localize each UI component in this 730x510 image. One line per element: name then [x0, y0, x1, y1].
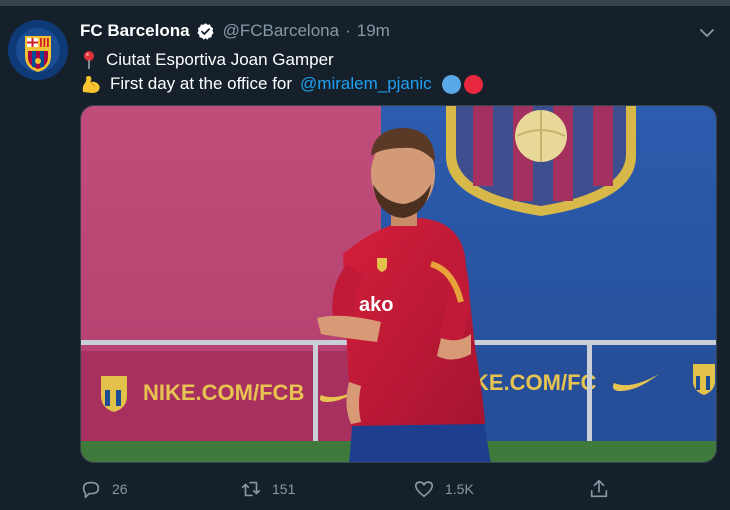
timestamp[interactable]: 19m	[357, 21, 390, 41]
tweet-actions: 26 151 1.5K	[80, 478, 620, 502]
tweet-header: FC Barcelona @FCBarcelona · 19m	[80, 20, 390, 42]
like-count: 1.5K	[445, 481, 474, 497]
banner-fcb-logo-icon	[101, 376, 127, 412]
retweet-icon	[241, 481, 261, 497]
flexed-biceps-emoji-icon	[82, 76, 100, 93]
heart-icon	[414, 481, 434, 498]
color-circles	[441, 74, 483, 94]
reply-button[interactable]: 26	[80, 478, 128, 500]
banner-text-left: NIKE.COM/FCB	[143, 380, 304, 405]
banner-text-right: KE.COM/FC	[473, 370, 597, 395]
tweet-text-line-1: Ciutat Esportiva Joan Gamper	[80, 50, 334, 70]
chevron-down-icon[interactable]	[698, 24, 716, 42]
share-button[interactable]	[588, 478, 610, 500]
tweet-photo[interactable]: NIKE.COM/FCB KE.COM/FC ako	[80, 105, 717, 463]
blue-circle-emoji-icon	[441, 74, 461, 94]
tweet-text-line-2: First day at the office for @miralem_pja…	[80, 74, 483, 94]
tweet-body-text: First day at the office for	[110, 74, 293, 93]
retweet-count: 151	[272, 481, 296, 497]
fcb-crest-icon	[8, 20, 68, 80]
author-name[interactable]: FC Barcelona	[80, 21, 190, 41]
avatar[interactable]	[8, 20, 68, 80]
shirt-sponsor-text: ako	[359, 294, 393, 316]
share-icon	[590, 479, 608, 498]
tweet[interactable]: FC Barcelona @FCBarcelona · 19m Ciutat E…	[0, 6, 730, 510]
reply-icon	[82, 481, 100, 499]
verified-badge-icon	[197, 22, 214, 40]
retweet-button[interactable]: 151	[240, 478, 295, 500]
location-text: Ciutat Esportiva Joan Gamper	[106, 50, 334, 69]
photo-player-training: NIKE.COM/FCB KE.COM/FC ako	[81, 106, 716, 462]
mention-link[interactable]: @miralem_pjanic	[300, 74, 432, 94]
round-pushpin-emoji-icon	[84, 51, 94, 69]
author-handle[interactable]: @FCBarcelona	[223, 21, 339, 41]
reply-count: 26	[112, 481, 128, 497]
red-circle-emoji-icon	[463, 74, 483, 94]
like-button[interactable]: 1.5K	[413, 478, 474, 500]
separator-dot: ·	[345, 21, 351, 40]
